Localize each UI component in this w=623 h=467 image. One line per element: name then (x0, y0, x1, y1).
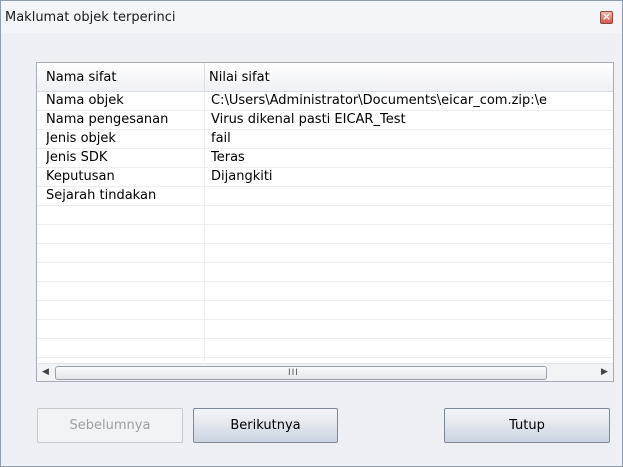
property-value-cell: C:\Users\Administrator\Documents\eicar_c… (211, 93, 548, 108)
table-row[interactable] (37, 263, 613, 282)
table-row[interactable] (37, 320, 613, 339)
property-name-cell: Nama pengesanan (46, 112, 169, 127)
table-row[interactable] (37, 301, 613, 320)
column-header-property-value[interactable]: Nilai sifat (209, 70, 270, 85)
table-row[interactable] (37, 244, 613, 263)
table-row[interactable]: Jenis objek fail (37, 130, 613, 149)
scrollbar-grip: III (288, 368, 299, 378)
property-name-cell: Jenis objek (46, 131, 116, 146)
close-button[interactable]: Tutup (444, 408, 610, 443)
table-row[interactable] (37, 225, 613, 244)
dialog-window: Maklumat objek terperinci × Nama sifat N… (0, 0, 623, 467)
previous-button[interactable]: Sebelumnya (37, 408, 183, 443)
table-row[interactable]: Jenis SDK Teras (37, 149, 613, 168)
table-row[interactable]: Nama objek C:\Users\Administrator\Documen… (37, 92, 613, 111)
property-value-cell: Dijangkiti (211, 169, 273, 184)
property-value-cell: fail (211, 131, 231, 146)
close-window-button[interactable]: × (600, 10, 613, 24)
scrollbar-thumb[interactable]: III (55, 366, 547, 380)
property-value-cell: Teras (211, 150, 245, 165)
title-bar[interactable]: Maklumat objek terperinci × (1, 1, 622, 33)
table-row[interactable]: Keputusan Dijangkiti (37, 168, 613, 187)
property-value-cell: Virus dikenal pasti EICAR_Test (211, 112, 406, 127)
scroll-left-icon[interactable]: ◀ (37, 364, 54, 381)
table-row[interactable] (37, 206, 613, 225)
window-title: Maklumat objek terperinci (5, 10, 176, 25)
properties-grid[interactable]: Nama sifat Nilai sifat Nama objek C:\User… (36, 62, 614, 382)
close-icon: × (601, 10, 612, 23)
column-header-property-name[interactable]: Nama sifat (46, 70, 116, 85)
property-name-cell: Jenis SDK (46, 150, 108, 165)
grid-header: Nama sifat Nilai sifat (37, 63, 613, 92)
table-row[interactable]: Sejarah tindakan (37, 187, 613, 206)
property-name-cell: Keputusan (46, 169, 115, 184)
table-row[interactable] (37, 339, 613, 358)
next-button[interactable]: Berikutnya (193, 408, 338, 443)
horizontal-scrollbar[interactable]: ◀ III ▶ (37, 363, 613, 381)
scroll-right-icon[interactable]: ▶ (596, 364, 613, 381)
table-row[interactable]: Nama pengesanan Virus dikenal pasti EICAR… (37, 111, 613, 130)
column-divider[interactable] (204, 63, 205, 91)
property-name-cell: Sejarah tindakan (46, 188, 157, 203)
grid-rows: Nama objek C:\Users\Administrator\Documen… (37, 92, 613, 358)
property-name-cell: Nama objek (46, 93, 124, 108)
table-row[interactable] (37, 282, 613, 301)
